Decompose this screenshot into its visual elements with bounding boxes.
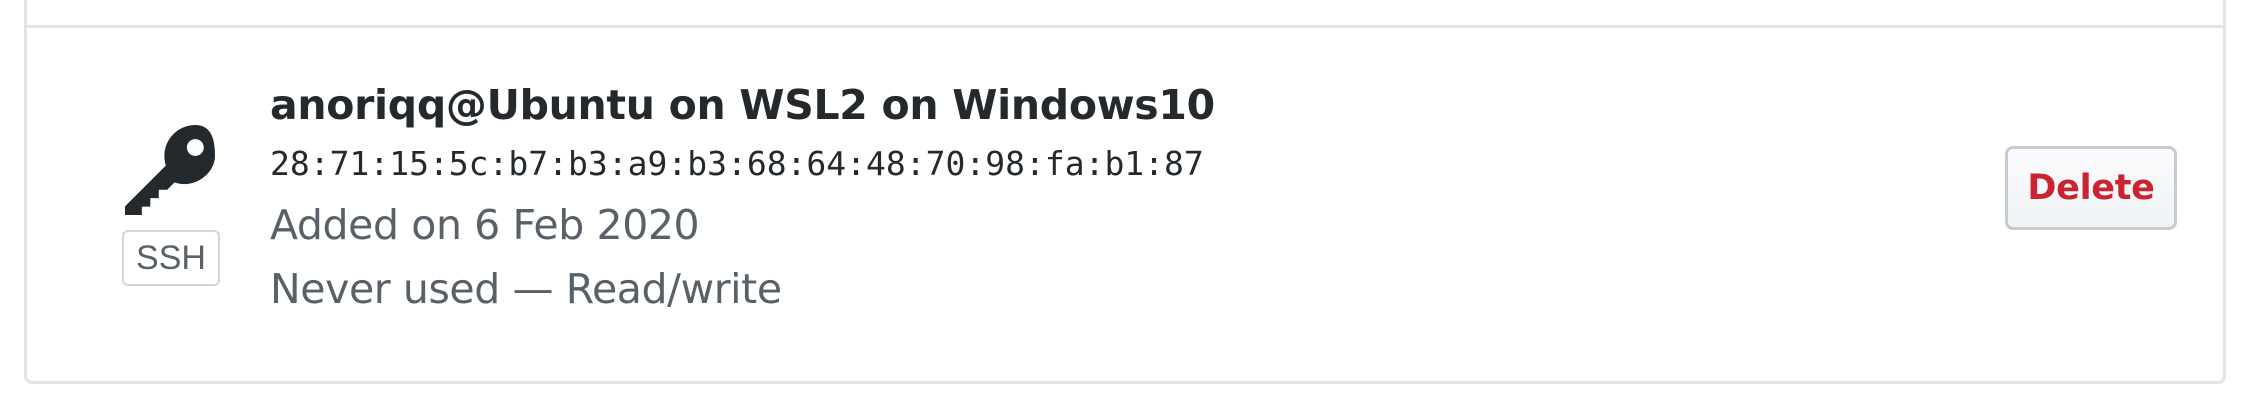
key-added-date: Added on 6 Feb 2020 xyxy=(270,201,700,249)
key-fingerprint: 28:71:15:5c:b7:b3:a9:b3:68:64:48:70:98:f… xyxy=(270,144,1204,183)
delete-button[interactable]: Delete xyxy=(2005,146,2177,230)
ssh-key-details: anoriqq@Ubuntu on WSL2 on Windows10 28:7… xyxy=(270,78,1215,318)
key-type-badge: SSH xyxy=(122,230,220,286)
key-icon xyxy=(122,125,218,215)
row-divider xyxy=(27,25,2223,28)
key-usage-status: Never used — Read/write xyxy=(270,265,782,313)
key-title: anoriqq@Ubuntu on WSL2 on Windows10 xyxy=(270,81,1215,129)
